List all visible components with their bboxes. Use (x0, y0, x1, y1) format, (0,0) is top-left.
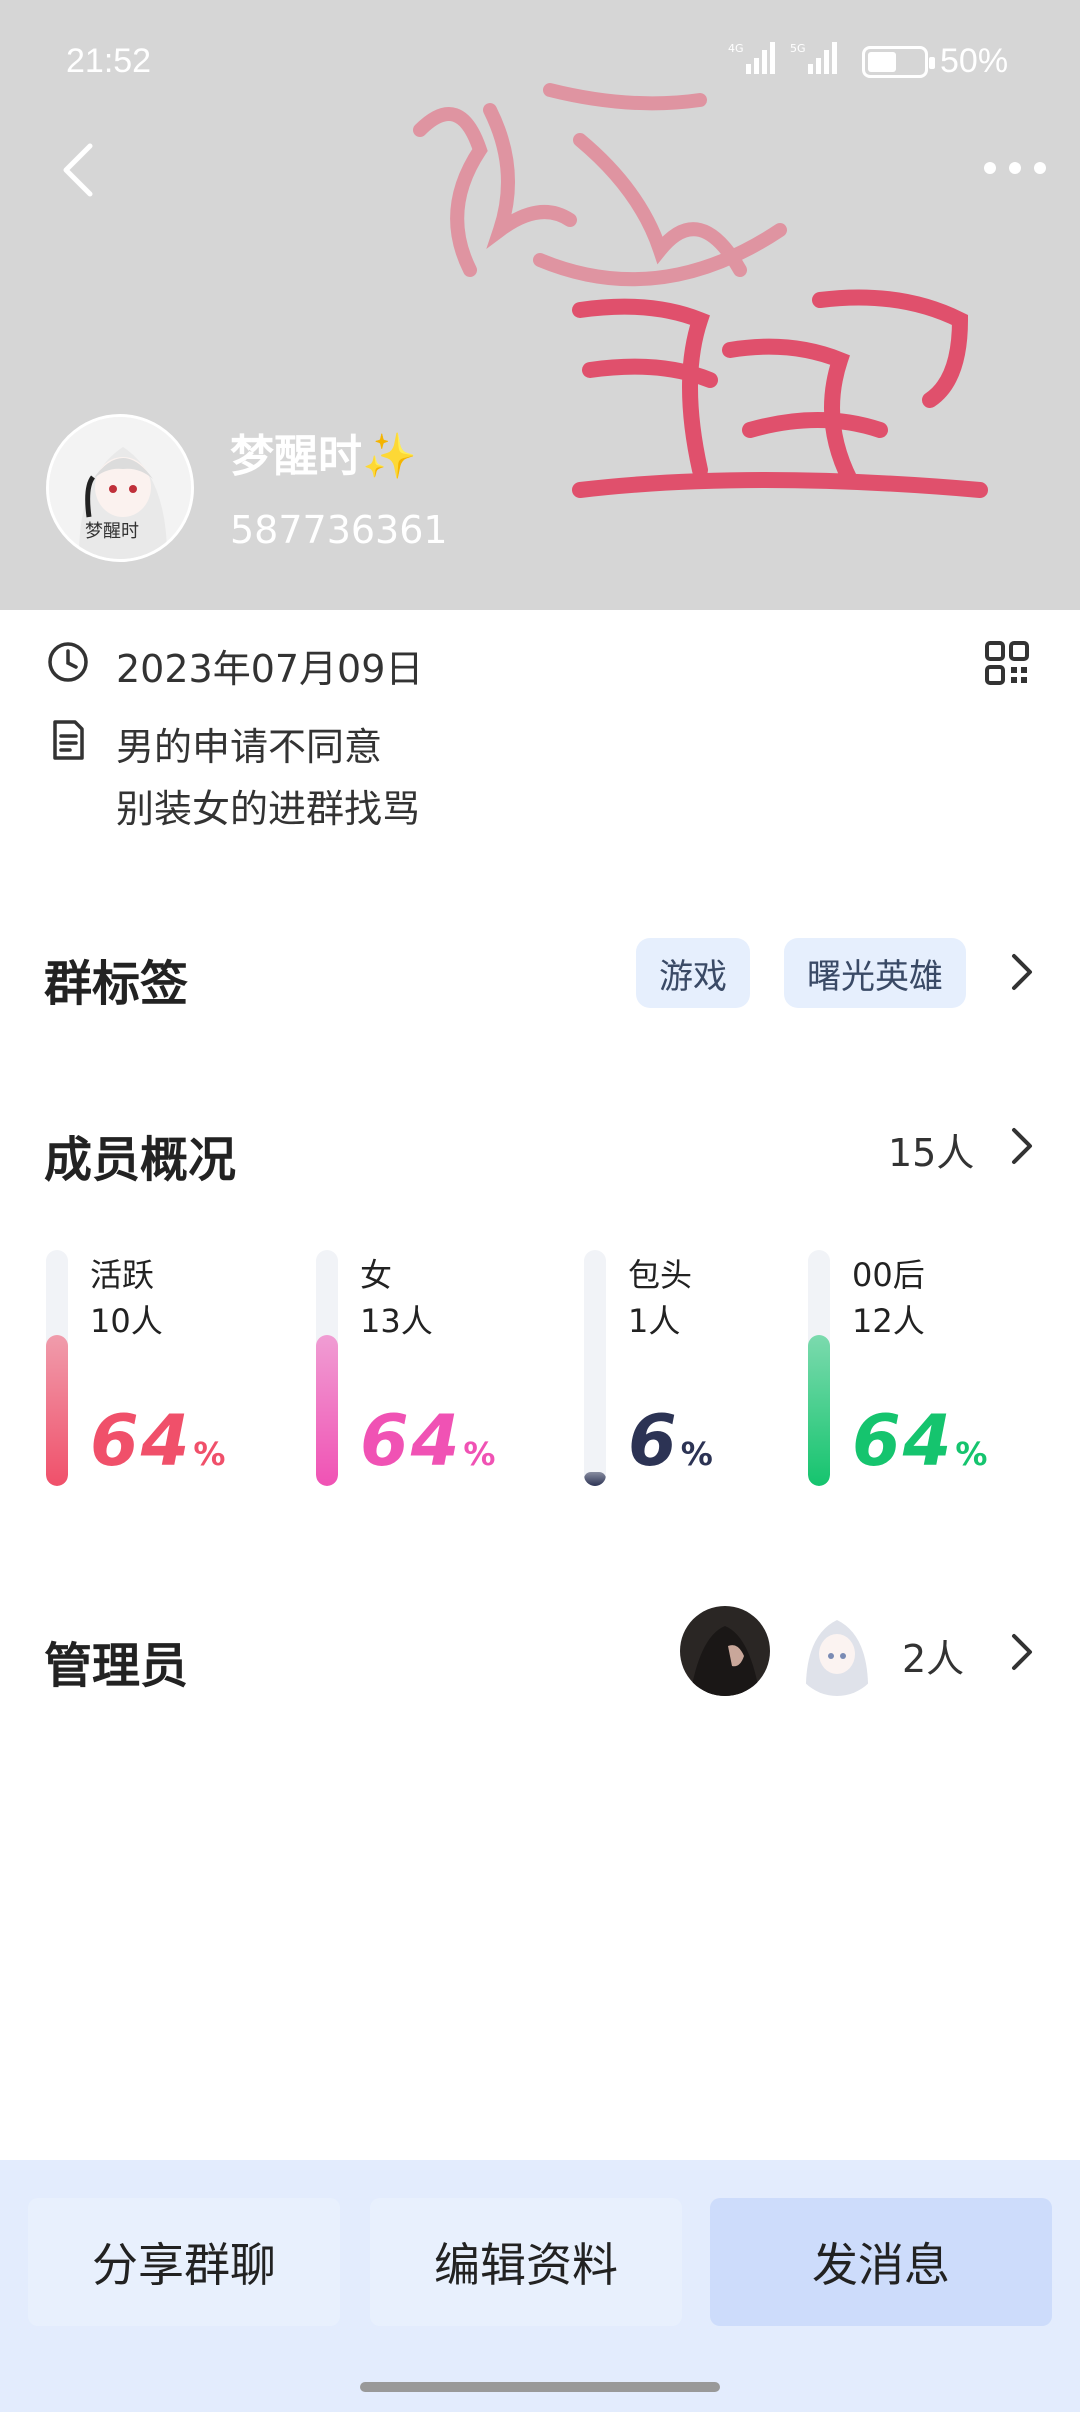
stat-count: 10人 (90, 1302, 163, 1340)
avatar-anime-silver-hair-icon (792, 1606, 882, 1696)
tag-dawn-hero[interactable]: 曙光英雄 (784, 938, 966, 1008)
stat-percent-value: 64 (90, 1400, 192, 1482)
svg-text:5G: 5G (790, 42, 806, 55)
description-text: 男的申请不同意 别装女的进群找骂 (116, 716, 420, 840)
stat-bar (584, 1250, 606, 1486)
stat-bar-fill (46, 1334, 68, 1486)
avatar-caption: 梦醒时 (85, 521, 139, 542)
status-time: 21:52 (66, 42, 152, 80)
back-arrow-icon[interactable] (50, 130, 110, 210)
admin-avatar-2[interactable] (792, 1606, 882, 1696)
member-count: 15人 (888, 1131, 975, 1175)
share-group-button[interactable]: 分享群聊 (28, 2198, 340, 2326)
percent-sign: % (463, 1435, 498, 1473)
document-icon (53, 720, 84, 760)
stat-percent: 64% (852, 1400, 989, 1482)
stat-percent-value: 64 (852, 1400, 954, 1482)
qr-code-icon[interactable] (984, 640, 1030, 686)
admins-section-title: 管理员 (44, 1638, 189, 1694)
members-section-title: 成员概况 (44, 1132, 237, 1188)
bottom-action-bar: 分享群聊 编辑资料 发消息 (0, 2160, 1080, 2412)
stat-bar-fill (808, 1334, 830, 1486)
group-avatar[interactable]: 梦醒时 (46, 414, 194, 562)
stat-percent-value: 64 (360, 1400, 462, 1482)
stat-bar (316, 1250, 338, 1486)
send-message-button[interactable]: 发消息 (710, 2198, 1052, 2326)
stat-label: 活跃 (90, 1256, 155, 1294)
stat-bar-fill (316, 1334, 338, 1486)
stat-count: 12人 (852, 1302, 925, 1340)
admin-avatar-1[interactable] (680, 1606, 770, 1696)
avatar-dark-photo-icon (680, 1606, 770, 1696)
status-bar: 21:52 4G 5G 50% (0, 0, 1080, 120)
percent-sign: % (193, 1435, 228, 1473)
stat-baotou: 包头 1人 6% (584, 1250, 824, 1490)
description-row: 男的申请不同意 别装女的进群找骂 (46, 716, 420, 840)
created-date: 2023年07月09日 (116, 647, 424, 691)
percent-sign: % (680, 1435, 715, 1473)
svg-text:4G: 4G (728, 42, 744, 55)
calligraphy-background-art (413, 83, 988, 498)
edit-profile-button[interactable]: 编辑资料 (370, 2198, 682, 2326)
tags-section-title: 群标签 (44, 956, 189, 1012)
stat-label: 00后 (852, 1256, 925, 1294)
description-line-2: 别装女的进群找骂 (116, 787, 421, 831)
stat-count: 1人 (628, 1302, 681, 1340)
percent-sign: % (955, 1435, 990, 1473)
stat-percent: 64% (90, 1400, 227, 1482)
description-line-1: 男的申请不同意 (116, 725, 383, 769)
stat-bar (46, 1250, 68, 1486)
tag-game[interactable]: 游戏 (636, 938, 750, 1008)
stat-female: 女 13人 64% (316, 1250, 556, 1490)
stat-bar (808, 1250, 830, 1486)
signal-5g-icon: 5G (790, 42, 837, 74)
battery-icon (862, 46, 935, 78)
stat-percent: 64% (360, 1400, 497, 1482)
stat-bar-fill (584, 1471, 606, 1486)
signal-4g-icon: 4G (728, 42, 775, 74)
more-options-icon[interactable] (980, 150, 1050, 186)
admin-count: 2人 (902, 1637, 965, 1681)
stat-percent: 6% (628, 1400, 715, 1482)
group-header-banner: 21:52 4G 5G 50% 梦醒时 梦醒时✨ 587736361 (0, 0, 1080, 610)
stat-active: 活跃 10人 64% (46, 1250, 286, 1490)
stat-count: 13人 (360, 1302, 433, 1340)
chevron-right-icon[interactable] (1006, 1124, 1038, 1168)
group-id[interactable]: 587736361 (230, 508, 448, 552)
home-indicator[interactable] (360, 2382, 720, 2392)
battery-percent: 50% (940, 42, 1009, 80)
stat-percent-value: 6 (628, 1400, 679, 1482)
chevron-right-icon[interactable] (1006, 950, 1038, 994)
stat-label: 女 (360, 1256, 393, 1294)
stat-label: 包头 (628, 1256, 693, 1294)
stat-post-00s: 00后 12人 64% (808, 1250, 1048, 1490)
chevron-right-icon[interactable] (1006, 1630, 1038, 1674)
clock-icon (48, 642, 88, 682)
created-date-row: 2023年07月09日 (46, 638, 423, 700)
group-name: 梦醒时✨ (230, 431, 417, 482)
